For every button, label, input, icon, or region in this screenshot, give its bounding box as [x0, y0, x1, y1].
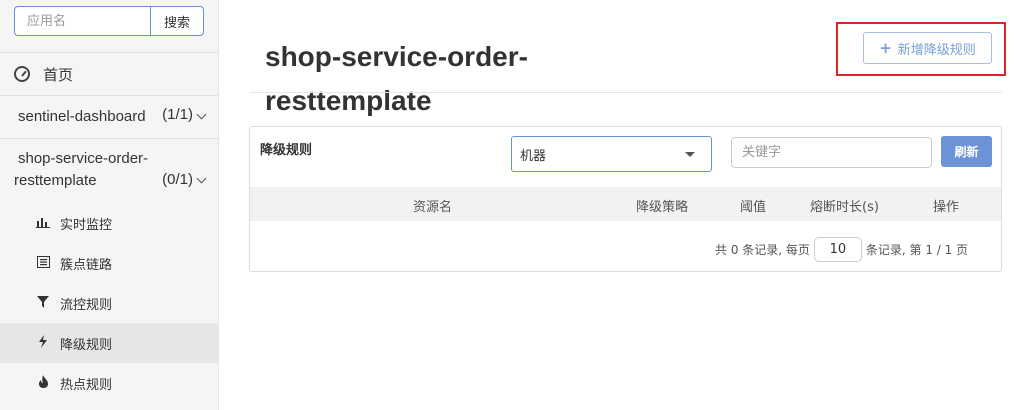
app-item-count: (1/1) [162, 106, 193, 123]
column-header-threshold: 阈值 [740, 200, 767, 215]
page-title: shop-service-order- resttemplate [265, 35, 595, 123]
sidebar-item-label: 热点规则 [60, 377, 113, 393]
keyword-input[interactable] [731, 137, 932, 168]
sidebar-item-flow-rules[interactable]: 流控规则 [0, 283, 219, 323]
fire-icon [36, 375, 50, 391]
bar-chart-icon [36, 216, 50, 231]
flash-icon [36, 335, 50, 351]
sidebar-item-hotspot-rules[interactable]: 热点规则 [0, 363, 219, 403]
app-item-count: (0/1) [162, 171, 193, 188]
plus-icon: + [879, 39, 892, 57]
page-title-line1: shop-service-order- [265, 41, 528, 72]
divider [0, 95, 219, 96]
app-search-input[interactable] [14, 6, 150, 36]
sidebar-item-degrade-rules[interactable]: 降级规则 [0, 323, 219, 363]
pagination-prefix: 共 0 条记录, 每页 [715, 243, 810, 257]
add-degrade-rule-label: 新增降级规则 [897, 42, 976, 58]
list-icon [36, 255, 50, 271]
nav-home[interactable]: 首页 [0, 53, 219, 95]
sidebar-item-label: 流控规则 [60, 297, 113, 313]
app-search: 搜索 [14, 6, 204, 36]
sidebar-item-cluster-link[interactable]: 簇点链路 [0, 243, 219, 283]
caret-down-icon [685, 152, 695, 157]
column-header-actions: 操作 [933, 200, 960, 215]
column-header-resource: 资源名 [413, 200, 453, 215]
sidebar-item-label: 实时监控 [60, 217, 113, 233]
dashboard-icon [14, 66, 30, 82]
machine-select-value: 机器 [520, 148, 547, 164]
refresh-button[interactable]: 刷新 [941, 136, 992, 167]
app-item-sentinel-dashboard[interactable]: sentinel-dashboard (1/1) [0, 106, 219, 128]
degrade-rules-panel: 降级规则 机器 刷新 资源名 降级策略 阈值 熔断时长(s) 操作 共 0 条记… [249, 126, 1002, 272]
column-header-duration: 熔断时长(s) [810, 200, 879, 215]
sidebar-item-label: 降级规则 [60, 337, 113, 353]
page-size-input[interactable] [813, 237, 862, 262]
page-title-line2: resttemplate [265, 85, 432, 116]
app-search-button[interactable]: 搜索 [150, 6, 204, 36]
panel-title: 降级规则 [260, 143, 313, 158]
sidebar-item-realtime-monitor[interactable]: 实时监控 [0, 203, 219, 243]
divider [0, 138, 219, 139]
machine-select[interactable]: 机器 [511, 136, 712, 172]
table-header: 资源名 降级策略 阈值 熔断时长(s) 操作 [250, 187, 1001, 221]
add-degrade-rule-button[interactable]: + 新增降级规则 [863, 32, 992, 64]
divider [250, 92, 1002, 93]
pagination-suffix: 条记录, 第 1 / 1 页 [865, 243, 969, 257]
app-item-shop-service-order-resttemplate[interactable]: shop-service-order- resttemplate (0/1) [0, 148, 219, 194]
sidebar: 搜索 首页 sentinel-dashboard (1/1) shop-serv… [0, 0, 219, 410]
pagination: 共 0 条记录, 每页 条记录, 第 1 / 1 页 [715, 237, 968, 262]
nav-home-label: 首页 [43, 65, 74, 84]
sidebar-item-label: 簇点链路 [60, 257, 113, 273]
column-header-strategy: 降级策略 [636, 200, 689, 215]
app-item-name-line1: shop-service-order- [18, 150, 149, 167]
filter-icon [36, 295, 50, 311]
